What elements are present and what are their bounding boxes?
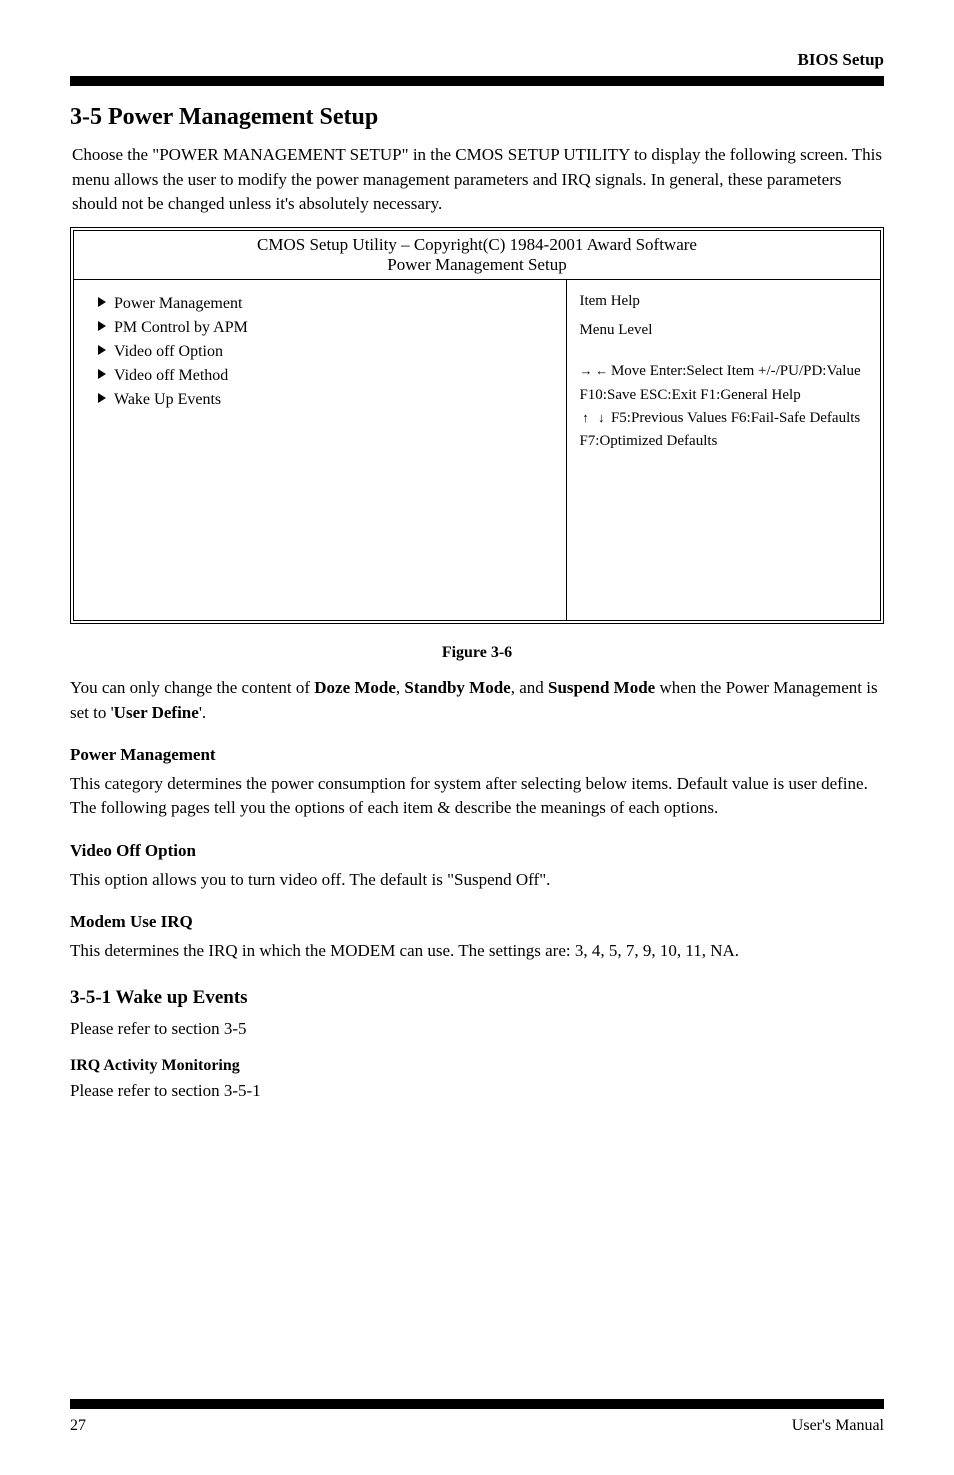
bios-title: CMOS Setup Utility – Copyright(C) 1984-2… <box>74 231 880 280</box>
footer-rule <box>70 1399 884 1409</box>
bios-menu-label: Power Management <box>114 295 242 312</box>
paragraph-irq-activity-ref: Please refer to section 3-5-1 <box>70 1079 884 1104</box>
bios-menu-item-power-management[interactable]: Power Management <box>94 292 552 316</box>
bios-menu-level-label: Menu Level <box>579 322 652 338</box>
heading-modem-use-irq: Modem Use IRQ <box>70 910 884 935</box>
bios-menu-label: Video off Option <box>114 343 223 360</box>
page-footer: 27 User's Manual <box>70 1374 884 1435</box>
bios-panel: CMOS Setup Utility – Copyright(C) 1984-2… <box>70 227 884 624</box>
bios-title-line2: Power Management Setup <box>74 255 880 275</box>
paragraph-wake-up-ref: Please refer to section 3-5 <box>70 1017 884 1042</box>
arrow-down-icon: ↓ <box>595 408 607 428</box>
footer-title: User's Manual <box>792 1417 884 1435</box>
body-content: You can only change the content of Doze … <box>70 676 884 1104</box>
arrow-left-icon: ← <box>595 361 607 381</box>
section-title: 3-5 Power Management Setup <box>70 104 884 131</box>
paragraph-video-off: This option allows you to turn video off… <box>70 868 884 893</box>
header-label: BIOS Setup <box>70 50 884 70</box>
bios-menu-label: Wake Up Events <box>114 391 221 408</box>
heading-video-off-option: Video Off Option <box>70 839 884 864</box>
arrow-right-icon: → <box>579 361 591 381</box>
triangle-icon <box>98 345 106 355</box>
arrow-up-icon: ↑ <box>579 408 591 428</box>
heading-irq-activity-monitoring: IRQ Activity Monitoring <box>70 1054 884 1077</box>
intro-paragraph: Choose the "POWER MANAGEMENT SETUP" in t… <box>72 143 884 217</box>
bios-help-pane: Item Help Menu Level → ← Move Enter:Sele… <box>567 280 880 620</box>
bios-help-hint-2: ↑ ↓ F5:Previous Values F6:Fail-Safe Defa… <box>579 407 866 454</box>
triangle-icon <box>98 297 106 307</box>
bios-menu-level: Menu Level <box>579 319 866 342</box>
bios-help-hint-1: → ← Move Enter:Select Item +/-/PU/PD:Val… <box>579 360 866 407</box>
bios-menu-pane: Power Management PM Control by APM Video… <box>74 280 567 620</box>
body-note: You can only change the content of Doze … <box>70 676 884 725</box>
bios-menu-label: PM Control by APM <box>114 319 248 336</box>
paragraph-power-management: This category determines the power consu… <box>70 772 884 821</box>
paragraph-modem-use-irq: This determines the IRQ in which the MOD… <box>70 939 884 964</box>
bios-help-heading: Item Help <box>579 290 866 313</box>
bios-menu-item-pm-control-apm[interactable]: PM Control by APM <box>94 316 552 340</box>
heading-power-management: Power Management <box>70 743 884 768</box>
figure-caption: Figure 3-6 <box>70 644 884 662</box>
bios-menu-list: Power Management PM Control by APM Video… <box>94 292 552 412</box>
bios-help-text: F5:Previous Values F6:Fail-Safe Defaults… <box>579 410 860 449</box>
bios-menu-label: Video off Method <box>114 367 228 384</box>
header-rule <box>70 76 884 86</box>
triangle-icon <box>98 369 106 379</box>
bios-menu-item-video-off-method[interactable]: Video off Method <box>94 364 552 388</box>
bios-title-line1: CMOS Setup Utility – Copyright(C) 1984-2… <box>74 235 880 255</box>
bios-menu-item-video-off-option[interactable]: Video off Option <box>94 340 552 364</box>
bios-menu-item-wake-up-events[interactable]: Wake Up Events <box>94 388 552 412</box>
triangle-icon <box>98 321 106 331</box>
triangle-icon <box>98 393 106 403</box>
page-number: 27 <box>70 1417 86 1435</box>
bios-help-text: Move Enter:Select Item +/-/PU/PD:Value F… <box>579 363 860 402</box>
subsection-wake-up-events: 3-5-1 Wake up Events <box>70 984 884 1012</box>
